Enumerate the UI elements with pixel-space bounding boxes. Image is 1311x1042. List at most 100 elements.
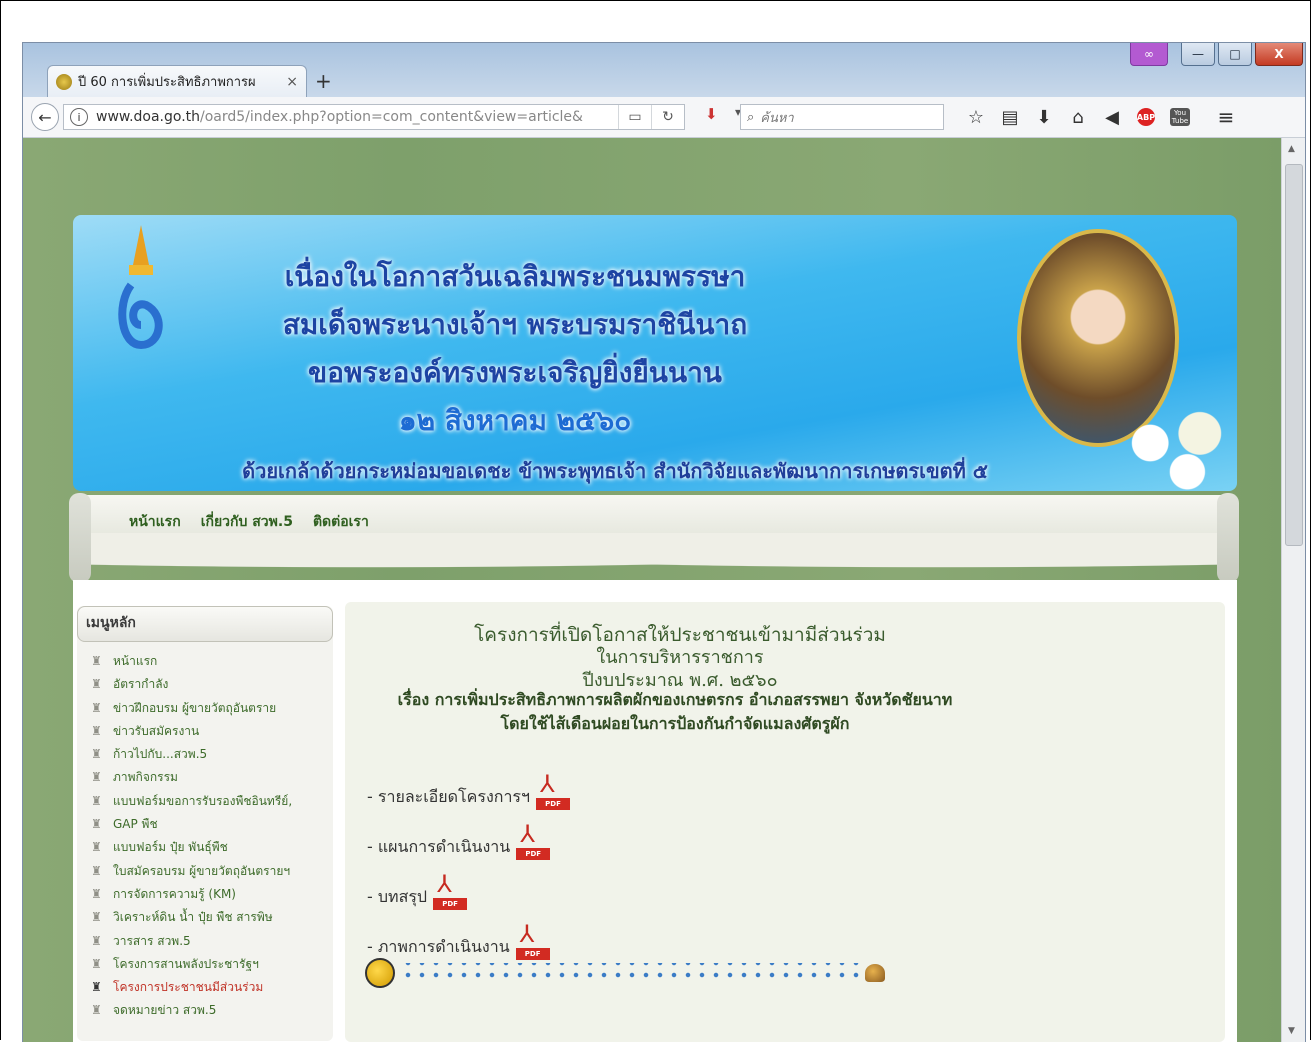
sidebar-item[interactable]: ♜ อัตรากำลัง	[91, 673, 333, 696]
banner-line-1: เนื่องในโอกาสวันเฉลิมพระชนมพรรษา	[284, 260, 746, 293]
sidebar-item-label[interactable]: อัตรากำลัง	[113, 677, 168, 691]
project-subject: เรื่อง การเพิ่มประสิทธิภาพการผลิตผักของเ…	[397, 690, 953, 709]
sidebar-item-label[interactable]: แบบฟอร์ม ปุ๋ย พันธุ์พืช	[113, 840, 228, 854]
link-label[interactable]: - บทสรุป	[367, 885, 427, 910]
navigation-drape: หน้าแรก เกี่ยวกับ สวพ.5 ติดต่อเรา	[69, 493, 1239, 583]
trophy-bullet-icon: ♜	[91, 747, 102, 762]
trophy-bullet-icon: ♜	[91, 886, 102, 901]
navigation-toolbar: ← i www.doa.go.th/oard5/index.php?option…	[23, 97, 1305, 138]
sidebar-item-label[interactable]: วิเคราะห์ดิน น้ำ ปุ๋ย พืช สารพิษ	[113, 910, 273, 924]
site-info-icon[interactable]: i	[70, 108, 88, 126]
sidebar-item[interactable]: ♜ ใบสมัครอบรม ผู้ขายวัตถุอันตรายฯ	[91, 860, 333, 883]
banner-line-3: ขอพระองค์ทรงพระเจริญยิ่งยืนนาน	[308, 356, 722, 389]
sidebar-item[interactable]: ♜ วารสาร สวพ.5	[91, 930, 333, 953]
trophy-bullet-icon: ♜	[91, 933, 102, 948]
main-content: โครงการที่เปิดโอกาสให้ประชาชนเข้ามามีส่ว…	[345, 602, 1225, 1042]
sidebar-item[interactable]: ♜ ภาพกิจกรรม	[91, 766, 333, 789]
sidebar-item-label[interactable]: โครงการประชาชนมีส่วนร่วม	[113, 980, 263, 994]
downloads-icon[interactable]: ⬇	[1027, 103, 1061, 131]
banner-line-2: สมเด็จพระนางเจ้าฯ พระบรมราชินีนาถ	[282, 308, 748, 341]
sidebar-item-label[interactable]: ใบสมัครอบรม ผู้ขายวัตถุอันตรายฯ	[113, 864, 290, 878]
bookmark-star-icon[interactable]: ☆	[959, 103, 993, 131]
pdf-icon[interactable]: ⅄ PDF	[514, 920, 552, 960]
trophy-bullet-icon: ♜	[91, 700, 102, 715]
sidebar-item-label[interactable]: ข่าวฝึกอบรม ผู้ขายวัตถุอันตราย	[113, 701, 276, 715]
header-banner: เนื่องในโอกาสวันเฉลิมพระชนมพรรษา สมเด็จพ…	[73, 215, 1237, 491]
home-icon[interactable]: ⌂	[1061, 103, 1095, 131]
sidebar-item[interactable]: ♜ หน้าแรก	[91, 650, 333, 673]
project-method: โดยใช้ไส้เดือนฝอยในการป้องกันกำจัดแมลงศั…	[500, 714, 850, 733]
sidebar-item-label[interactable]: หน้าแรก	[113, 654, 157, 668]
link-summary[interactable]: - บทสรุป ⅄ PDF	[367, 870, 469, 910]
browser-tab[interactable]: ปี 60 การเพิ่มประสิทธิภาพการผ ×	[47, 65, 307, 97]
hamburger-menu-icon[interactable]: ≡	[1209, 103, 1243, 131]
search-placeholder: ค้นหา	[760, 110, 794, 126]
download-helper-icon[interactable]: ⬇	[705, 105, 718, 123]
trophy-bullet-icon: ♜	[91, 793, 102, 808]
sidebar-item-label[interactable]: ภาพกิจกรรม	[113, 770, 178, 784]
sidebar-item[interactable]: ♜ การจัดการความรู้ (KM)	[91, 883, 333, 906]
link-label[interactable]: - ภาพการดำเนินงาน	[367, 935, 510, 960]
link-operation-photos[interactable]: - ภาพการดำเนินงาน ⅄ PDF	[367, 920, 552, 960]
sidebar-item-label[interactable]: ข่าวรับสมัครงาน	[113, 724, 199, 738]
youtube-icon[interactable]: You Tube	[1163, 103, 1197, 131]
adblock-icon[interactable]: ABP	[1129, 103, 1163, 131]
link-label[interactable]: - แผนการดำเนินงาน	[367, 835, 510, 860]
trophy-bullet-icon: ♜	[91, 980, 102, 995]
favicon-icon	[56, 73, 72, 90]
link-operation-plan[interactable]: - แผนการดำเนินงาน ⅄ PDF	[367, 820, 552, 860]
reading-list-icon[interactable]: ▤	[993, 103, 1027, 131]
sidebar-item-label[interactable]: การจัดการความรู้ (KM)	[113, 887, 236, 901]
url-text[interactable]: www.doa.go.th/oard5/index.php?option=com…	[96, 109, 618, 125]
top-navigation: หน้าแรก เกี่ยวกับ สวพ.5 ติดต่อเรา	[129, 511, 369, 533]
pdf-icon[interactable]: ⅄ PDF	[514, 820, 552, 860]
sidebar-item[interactable]: ♜ แบบฟอร์ม ปุ๋ย พันธุ์พืช	[91, 836, 333, 859]
pdf-icon[interactable]: ⅄ PDF	[431, 870, 469, 910]
trophy-bullet-icon: ♜	[91, 817, 102, 832]
search-input[interactable]: ⌕ ค้นหา	[740, 104, 944, 130]
trophy-bullet-icon: ♜	[91, 910, 102, 925]
nav-about[interactable]: เกี่ยวกับ สวพ.5	[201, 511, 293, 533]
trophy-bullet-icon: ♜	[91, 956, 102, 971]
sidebar-item[interactable]: ♜ จดหมายข่าว สวพ.5	[91, 999, 333, 1022]
bee-divider	[365, 958, 885, 988]
sidebar-item[interactable]: ♜ โครงการสานพลังประชารัฐฯ	[91, 953, 333, 976]
sidebar-item[interactable]: ♜ ก้าวไปกับ...สวพ.5	[91, 743, 333, 766]
scroll-down-icon[interactable]: ▼	[1288, 1026, 1295, 1036]
back-button[interactable]: ←	[31, 103, 59, 131]
scroll-up-icon[interactable]: ▲	[1288, 144, 1295, 154]
tab-title: ปี 60 การเพิ่มประสิทธิภาพการผ	[78, 75, 256, 90]
trophy-bullet-icon: ♜	[91, 723, 102, 738]
new-tab-button[interactable]: +	[315, 69, 332, 93]
sidebar-item-label[interactable]: วารสาร สวพ.5	[113, 934, 191, 948]
sidebar-item[interactable]: ♜ แบบฟอร์มขอการรับรองพืชอินทรีย์,	[91, 790, 333, 813]
link-project-details[interactable]: - รายละเอียดโครงการฯ ⅄ PDF	[367, 770, 572, 810]
minimize-button[interactable]: —	[1181, 43, 1215, 66]
pdf-icon[interactable]: ⅄ PDF	[534, 770, 572, 810]
pocket-icon[interactable]: ◀	[1095, 103, 1129, 131]
address-bar[interactable]: i www.doa.go.th/oard5/index.php?option=c…	[63, 104, 685, 130]
trophy-bullet-icon: ♜	[91, 677, 102, 692]
nav-contact[interactable]: ติดต่อเรา	[313, 511, 369, 533]
sidebar-item[interactable]: ♜ โครงการประชาชนมีส่วนร่วม	[91, 976, 333, 999]
sidebar-item-label[interactable]: GAP พืช	[113, 817, 158, 831]
sidebar-item[interactable]: ♜ ข่าวฝึกอบรม ผู้ขายวัตถุอันตราย	[91, 697, 333, 720]
sidebar-item-label[interactable]: แบบฟอร์มขอการรับรองพืชอินทรีย์,	[113, 794, 292, 808]
sidebar-item-label[interactable]: จดหมายข่าว สวพ.5	[113, 1003, 216, 1017]
vertical-scrollbar[interactable]: ▲ ▼	[1281, 138, 1305, 1042]
nav-home[interactable]: หน้าแรก	[129, 511, 181, 533]
sidebar-item-label[interactable]: ก้าวไปกับ...สวพ.5	[113, 747, 207, 761]
sidebar-item[interactable]: ♜ ข่าวรับสมัครงาน	[91, 720, 333, 743]
link-label[interactable]: - รายละเอียดโครงการฯ	[367, 785, 530, 810]
close-button[interactable]: X	[1255, 43, 1303, 66]
sidebar-item[interactable]: ♜ วิเคราะห์ดิน น้ำ ปุ๋ย พืช สารพิษ	[91, 906, 333, 929]
url-path: /oard5/index.php?option=com_content&view…	[200, 109, 583, 125]
reader-view-icon[interactable]: ▭	[618, 105, 651, 129]
scrollbar-thumb[interactable]	[1285, 164, 1303, 546]
reload-icon[interactable]: ↻	[651, 105, 684, 129]
sidebar-item-label[interactable]: โครงการสานพลังประชารัฐฯ	[113, 957, 259, 971]
tab-close-button[interactable]: ×	[286, 74, 298, 90]
trophy-bullet-icon: ♜	[91, 654, 102, 668]
sidebar-item[interactable]: ♜ GAP พืช	[91, 813, 333, 836]
maximize-button[interactable]: □	[1218, 43, 1252, 66]
